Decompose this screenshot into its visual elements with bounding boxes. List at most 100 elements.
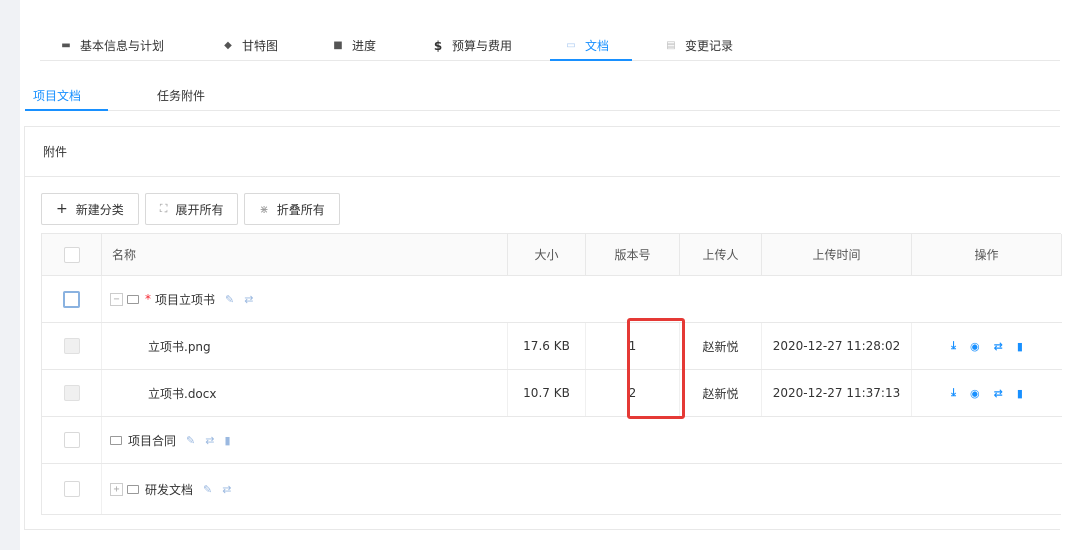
tab-label: 甘特图 [242,39,279,53]
folder-name-cell: + 研发文档 ✎ ⇄ [102,464,1062,514]
new-category-button[interactable]: + 新建分类 [41,193,139,225]
folder-icon [127,294,139,304]
new-category-label: 新建分类 [75,202,124,217]
preview-icon[interactable]: ◉ [970,387,980,400]
dollar-icon: $ [433,38,443,53]
collapse-all-button[interactable]: ⋇ 折叠所有 [244,193,340,225]
row-select-cell [42,464,102,514]
tab-label: 基本信息与计划 [80,39,165,53]
file-version: 1 [586,323,680,369]
header-size[interactable]: 大小 [508,234,586,275]
move-icon[interactable]: ⇄ [205,434,214,447]
edit-icon[interactable]: ✎ [186,434,195,447]
row-select-cell [42,417,102,463]
row-checkbox[interactable] [63,432,80,448]
file-size: 17.6 KB [508,323,586,369]
delete-icon[interactable]: ▮ [1017,340,1023,353]
active-subtab-indicator [25,109,108,111]
row-checkbox[interactable] [63,338,80,354]
table-header-row: 名称 大小 版本号 上传人 上传时间 操作 [42,234,1062,276]
tab-change-log[interactable]: ▤ 变更记录 [665,30,733,61]
tab-project-documents[interactable]: 项目文档 [33,87,81,104]
file-upload-time: 2020-12-27 11:28:02 [762,323,912,369]
tab-budget[interactable]: $ 预算与费用 [432,30,512,61]
expand-toggle-icon[interactable]: + [110,482,123,496]
edit-icon[interactable]: ✎ [225,293,234,306]
delete-icon[interactable]: ▮ [1017,387,1023,400]
tab-documents[interactable]: ▭ 文档 [565,30,609,61]
row-select-cell [42,370,102,416]
active-tab-indicator [550,59,632,61]
move-icon[interactable]: ⇄ [244,293,253,306]
collapse-icon: ⋇ [259,202,269,216]
tab-task-attachments[interactable]: 任务附件 [157,87,205,104]
download-icon[interactable]: ⤓ [951,386,956,400]
row-select-cell [42,323,102,369]
tab-label: 预算与费用 [452,39,513,53]
move-icon[interactable]: ⇄ [994,387,1003,400]
file-upload-time: 2020-12-27 11:37:13 [762,370,912,416]
folder-name: 项目立项书 [155,292,216,307]
expand-all-button[interactable]: ⛶ 展开所有 [144,193,239,225]
collapse-toggle-icon[interactable]: − [110,292,123,306]
table-row: − * 项目立项书 ✎ ⇄ [42,276,1062,323]
move-icon[interactable]: ⇄ [222,483,231,496]
table-row: 立项书.png 17.6 KB 1 赵新悦 2020-12-27 11:28:0… [42,323,1062,370]
attachments-card: 附件 + 新建分类 ⛶ 展开所有 ⋇ 折叠所有 名称 大小 版本号 上传人 上传… [24,126,1062,530]
tab-label: 文档 [585,39,610,53]
tab-progress[interactable]: ■ 进度 [332,30,376,61]
documents-table: 名称 大小 版本号 上传人 上传时间 操作 − * 项目立项书 ✎ ⇄ 立项书.… [41,233,1062,515]
select-all-checkbox[interactable] [63,246,80,263]
sub-tab-bar: 项目文档 任务附件 [25,80,1060,111]
header-upload-time[interactable]: 上传时间 [762,234,912,275]
table-row: + 研发文档 ✎ ⇄ [42,464,1062,514]
folder-name: 研发文档 [145,482,194,497]
toolbar: + 新建分类 ⛶ 展开所有 ⋇ 折叠所有 [41,193,340,225]
header-version[interactable]: 版本号 [586,234,680,275]
select-all-cell [42,234,102,275]
tab-label: 变更记录 [685,39,734,53]
folder-icon [110,435,122,445]
header-uploader[interactable]: 上传人 [680,234,762,275]
edit-icon[interactable]: ✎ [203,483,212,496]
row-select-cell [42,276,102,322]
top-tab-bar: ▬ 基本信息与计划 ◆ 甘特图 ■ 进度 $ 预算与费用 ▭ 文档 ▤ 变更记录 [40,30,1060,61]
file-name[interactable]: 立项书.docx [102,370,508,416]
row-actions: ⤓ ◉ ⇄ ▮ [912,370,1062,416]
tab-basic-info[interactable]: ▬ 基本信息与计划 [60,30,164,61]
expand-all-label: 展开所有 [175,202,224,217]
card-title: 附件 [43,145,68,159]
expand-icon: ⛶ [159,202,168,215]
square-icon: ■ [333,40,343,51]
collapse-all-label: 折叠所有 [276,202,325,217]
file-uploader: 赵新悦 [680,370,762,416]
file-version: 2 [586,370,680,416]
header-actions: 操作 [912,234,1062,275]
tab-label: 进度 [352,39,377,53]
card-header: 附件 [25,127,1060,177]
row-checkbox[interactable] [63,290,80,308]
header-name[interactable]: 名称 [102,234,508,275]
delete-icon[interactable]: ▮ [224,434,230,447]
folder-name-cell: 项目合同 ✎ ⇄ ▮ [102,417,1062,463]
folder-name-cell: − * 项目立项书 ✎ ⇄ [102,276,1062,322]
row-checkbox[interactable] [63,385,80,401]
table-row: 立项书.docx 10.7 KB 2 赵新悦 2020-12-27 11:37:… [42,370,1062,417]
tab-gantt[interactable]: ◆ 甘特图 [222,30,278,61]
log-icon: ▤ [666,40,676,51]
row-actions: ⤓ ◉ ⇄ ▮ [912,323,1062,369]
download-icon[interactable]: ⤓ [951,339,956,353]
folder-icon: ▭ [566,40,576,51]
folder-name: 项目合同 [128,433,177,448]
layers-icon: ◆ [224,40,232,51]
file-uploader: 赵新悦 [680,323,762,369]
list-icon: ▬ [61,40,71,51]
preview-icon[interactable]: ◉ [970,340,980,353]
required-mark: * [145,292,151,306]
move-icon[interactable]: ⇄ [994,340,1003,353]
row-checkbox[interactable] [63,481,80,497]
plus-icon: + [56,201,68,217]
file-size: 10.7 KB [508,370,586,416]
table-row: 项目合同 ✎ ⇄ ▮ [42,417,1062,464]
file-name[interactable]: 立项书.png [102,323,508,369]
